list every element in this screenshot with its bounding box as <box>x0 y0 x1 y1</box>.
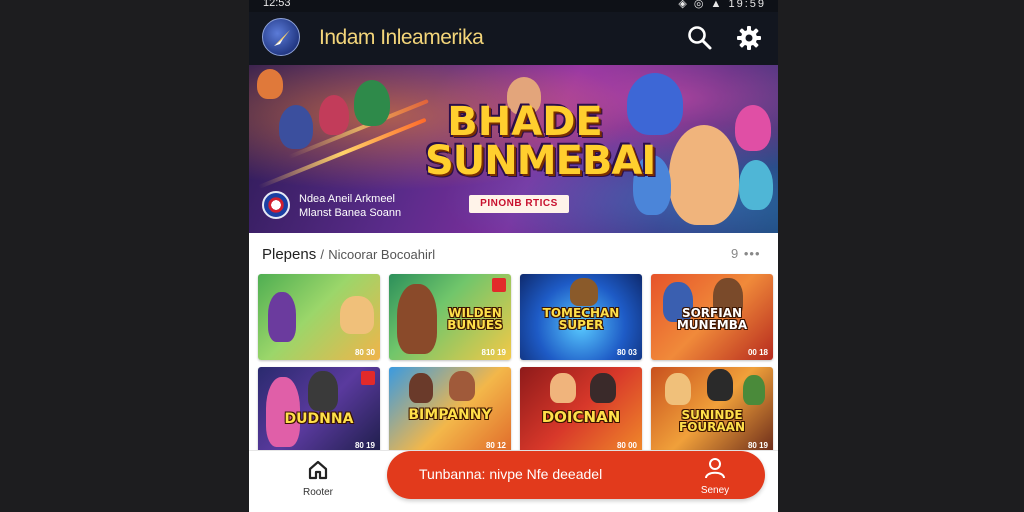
hero-figure <box>319 95 349 135</box>
tile-title: DOICNAN <box>541 408 621 426</box>
tile-title: WILDEN BUNUES <box>447 306 503 332</box>
bookmark-icon <box>361 371 375 385</box>
tile-title: SORFIAN MUNEMBA <box>676 306 748 332</box>
banner-caption: Ndea Aneil Arkmeel Mlanst Banea Soann <box>299 192 401 220</box>
tile-title: DUDNNA <box>284 411 354 427</box>
tile-meta: 80 03 <box>616 348 637 357</box>
banner-title: BHADE SUNMEBAI <box>425 99 656 185</box>
character-figure <box>449 371 475 401</box>
character-figure <box>570 278 598 306</box>
hero-figure <box>257 69 283 99</box>
game-tile[interactable]: DUDNNA 80 19 <box>258 367 380 453</box>
search-icon[interactable] <box>686 24 714 52</box>
nav-profile[interactable]: Seney <box>693 457 737 496</box>
bottom-navigation: Rooter Tunbanna: nivpe Nfe deeadel Seney <box>249 450 778 512</box>
character-figure <box>665 373 691 405</box>
game-tile[interactable]: TOMECHAN SUPER 80 03 <box>520 274 642 360</box>
banner-title-line2: SUNMEBAI <box>425 138 656 185</box>
badge-icon <box>262 191 290 219</box>
game-tile[interactable]: 80 30 <box>258 274 380 360</box>
section-title: Plepens <box>262 246 317 263</box>
character-figure <box>743 375 765 405</box>
primary-cta-button[interactable]: Tunbanna: nivpe Nfe deeadel Seney <box>387 451 765 499</box>
banner-title-line1: BHADE <box>447 99 603 145</box>
banner-tag: PINONB RTICS <box>469 195 569 213</box>
game-tile[interactable]: DOICNAN 80 00 <box>520 367 642 453</box>
tile-meta: 80 00 <box>616 441 637 450</box>
nav-profile-label: Seney <box>700 485 730 496</box>
section-separator: / <box>320 247 325 262</box>
tile-meta: 00 18 <box>747 348 768 357</box>
compass-logo-icon[interactable] <box>262 18 300 56</box>
user-icon <box>705 458 725 479</box>
game-tile[interactable]: BIMPANNY 80 12 <box>389 367 511 453</box>
character-figure <box>308 371 338 411</box>
hero-figure <box>627 73 683 135</box>
game-tile[interactable]: SORFIAN MUNEMBA 00 18 <box>651 274 773 360</box>
section-header: Plepens / Nicoorar Bocoahirl <box>262 246 435 263</box>
character-figure <box>397 284 437 354</box>
tile-meta: 80 30 <box>354 348 375 357</box>
status-time: 12:53 <box>263 0 291 9</box>
banner-caption-line1: Ndea Aneil Arkmeel <box>299 193 395 205</box>
tile-meta: 80 12 <box>485 441 506 450</box>
tile-title: TOMECHAN SUPER <box>542 306 620 332</box>
hero-figure <box>735 105 771 151</box>
character-figure <box>590 373 616 403</box>
bookmark-icon <box>492 278 506 292</box>
banner-caption-line2: Mlanst Banea Soann <box>299 207 402 219</box>
character-figure <box>409 373 433 403</box>
character-figure <box>550 373 576 403</box>
hero-figure <box>354 80 390 126</box>
nav-home-label: Rooter <box>302 487 333 498</box>
character-figure <box>268 292 296 342</box>
hero-figure <box>279 105 313 149</box>
tile-title: BIMPANNY <box>408 407 492 423</box>
phone-screen: 12:53 ◈ ◎ ▲ 19:59 Indam Inleamerika BHAD… <box>249 0 778 512</box>
app-bar: Indam Inleamerika <box>249 12 778 65</box>
character-figure <box>707 369 733 401</box>
nav-home[interactable]: Rooter <box>293 459 343 498</box>
tile-meta: 810 19 <box>481 348 506 357</box>
app-title: Indam Inleamerika <box>319 26 484 49</box>
featured-banner[interactable]: BHADE SUNMEBAI PINONB RTICS Ndea Aneil A… <box>249 65 778 233</box>
hero-figure <box>669 125 739 225</box>
tile-meta: 80 19 <box>747 441 768 450</box>
tile-meta: 80 19 <box>354 441 375 450</box>
section-crumb: Nicoorar Bocoahirl <box>328 247 436 262</box>
home-icon <box>308 460 328 480</box>
status-icons: ◈ ◎ ▲ 19:59 <box>678 0 766 10</box>
status-bar: 12:53 ◈ ◎ ▲ 19:59 <box>249 0 778 12</box>
cta-label: Tunbanna: nivpe Nfe deeadel <box>419 466 603 482</box>
character-figure <box>340 296 374 334</box>
hero-figure <box>739 160 773 210</box>
more-options-button[interactable]: 9 ••• <box>731 246 761 261</box>
tile-title: SUNINDE FOURAAN <box>679 408 745 434</box>
gear-icon[interactable] <box>735 24 763 52</box>
game-tile[interactable]: WILDEN BUNUES 810 19 <box>389 274 511 360</box>
game-tile[interactable]: SUNINDE FOURAAN 80 19 <box>651 367 773 453</box>
